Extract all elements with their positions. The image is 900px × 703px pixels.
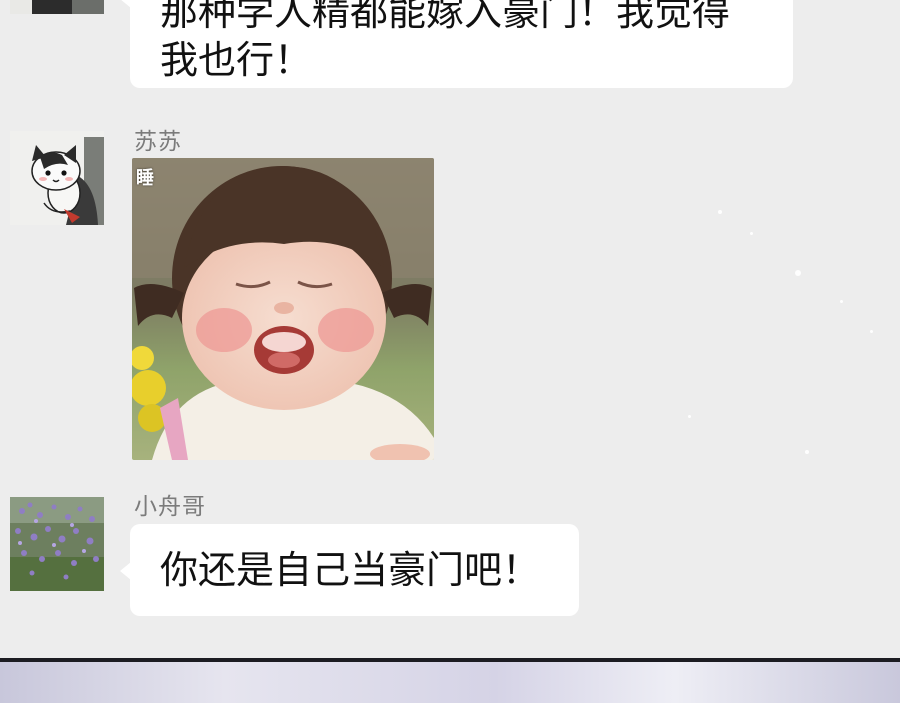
avatar-xiaozhouge[interactable] — [10, 497, 104, 591]
message-bubble-3[interactable]: 你还是自己当豪门吧！ — [130, 524, 579, 616]
sparkle — [805, 450, 809, 454]
sender-name: 苏苏 — [134, 129, 182, 155]
next-panel-strip — [0, 662, 900, 703]
sparkle — [688, 415, 691, 418]
avatar-top-cropped[interactable] — [10, 0, 104, 14]
message-text-line: 我也行！ — [160, 38, 313, 82]
sparkle — [870, 330, 873, 333]
cat-avatar-icon — [10, 0, 104, 14]
message-text-line: 你还是自己当豪门吧！ — [160, 548, 541, 592]
cat-avatar-icon — [10, 131, 104, 225]
avatar-susu[interactable] — [10, 131, 104, 225]
crying-baby-sticker[interactable]: 睡 — [132, 158, 434, 460]
sender-name: 小舟哥 — [134, 494, 206, 520]
chat-view: 那种学人精都能嫁入豪门！我觉得 我也行！ 苏苏 睡 小舟哥 你还是自己当豪门吧！ — [0, 0, 900, 660]
sticker-caption: 睡 — [136, 168, 154, 189]
sparkle — [795, 270, 801, 276]
sparkle — [840, 300, 843, 303]
lavender-field-avatar-icon — [10, 497, 104, 591]
message-bubble-1[interactable]: 那种学人精都能嫁入豪门！我觉得 我也行！ — [130, 0, 793, 88]
sparkle — [750, 232, 753, 235]
crying-baby-image — [132, 158, 434, 460]
message-text-line: 那种学人精都能嫁入豪门！我觉得 — [160, 0, 731, 34]
sparkle — [718, 210, 722, 214]
